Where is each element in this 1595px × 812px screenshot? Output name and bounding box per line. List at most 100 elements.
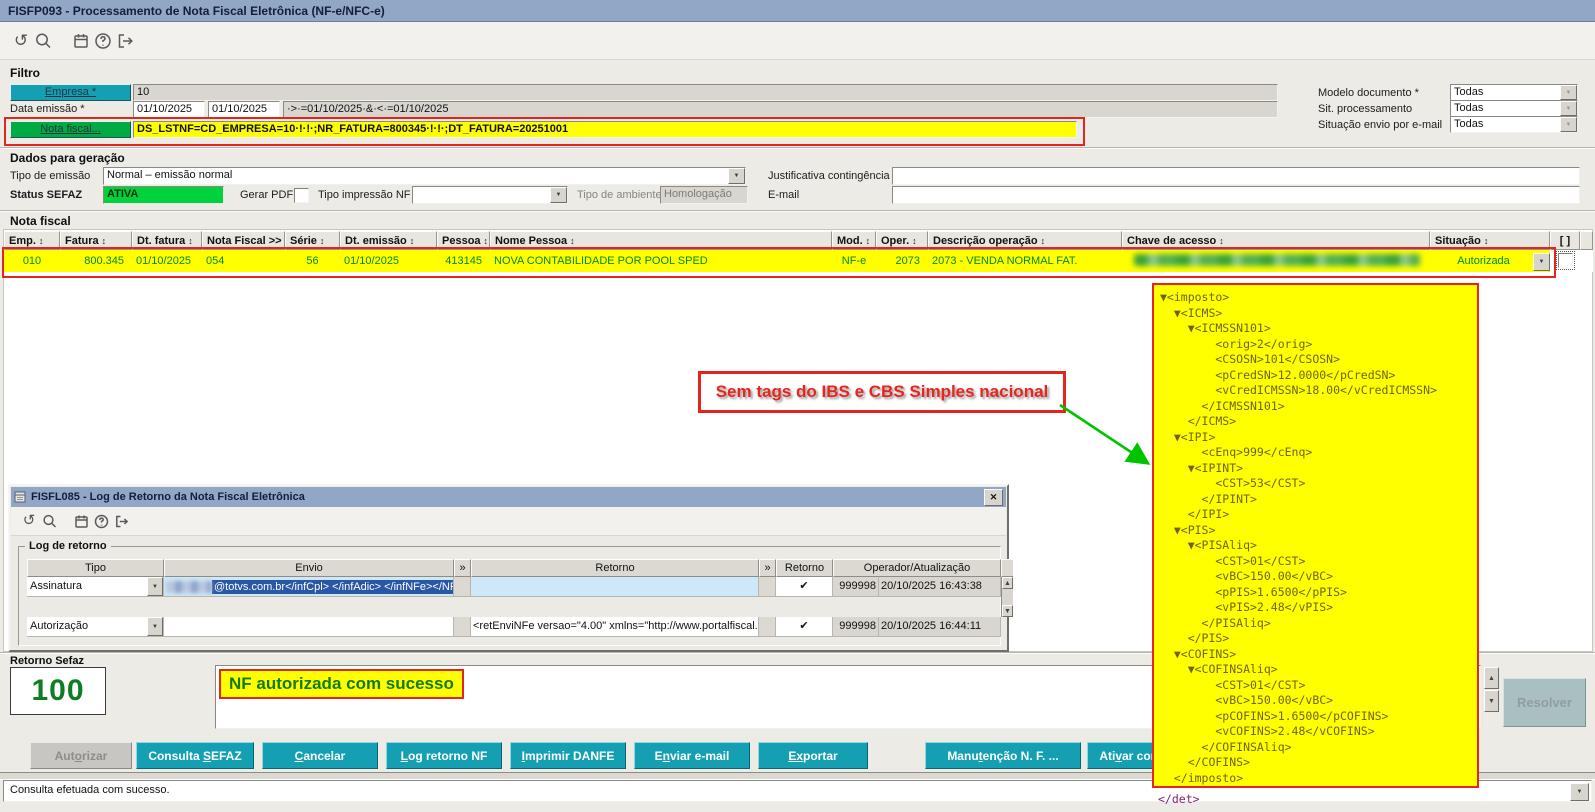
col-header-descricao[interactable]: Descrição operação: [928, 231, 1122, 250]
nota-fiscal-zoom-button[interactable]: Nota fiscal...: [10, 121, 131, 138]
chevron-down-icon[interactable]: ▼: [1560, 101, 1577, 116]
empresa-value-field[interactable]: 10: [133, 84, 1278, 101]
date-from-input[interactable]: 01/10/2025: [133, 101, 205, 118]
tipo-emissao-select[interactable]: Normal – emissão normal ▼: [103, 167, 746, 185]
col-header-dt-emissao[interactable]: Dt. emissão: [340, 231, 437, 250]
col-header-nome-pessoa[interactable]: Nome Pessoa: [490, 231, 832, 250]
log-col-expand-retorno[interactable]: »: [759, 559, 776, 577]
log-row1-expand-retorno[interactable]: [759, 577, 776, 597]
col-header-fatura[interactable]: Fatura: [60, 231, 132, 250]
sefaz-code-box: 100: [10, 667, 106, 715]
log-row2-expand-envio[interactable]: [454, 617, 471, 637]
chevron-down-icon[interactable]: ▼: [1560, 85, 1577, 100]
col-header-chave[interactable]: Chave de acesso: [1122, 231, 1430, 250]
log-col-retorno-flag[interactable]: Retorno: [776, 559, 833, 577]
empresa-zoom-button[interactable]: Empresa *: [10, 84, 131, 101]
calendar-icon[interactable]: [70, 30, 92, 52]
email-label: E-mail: [768, 189, 800, 201]
xml-trailing-tag: </det>: [1158, 792, 1200, 806]
undo-icon[interactable]: ↺: [19, 511, 39, 531]
log-col-filler: [1001, 559, 1013, 577]
log-row1-expand-envio[interactable]: [454, 577, 471, 597]
col-header-pessoa[interactable]: Pessoa: [437, 231, 490, 250]
dialog-titlebar[interactable]: FISFL085 - Log de Retorno da Nota Fiscal…: [11, 487, 1006, 507]
retorno-section-label: Retorno Sefaz: [10, 655, 84, 667]
col-header-dt-fatura[interactable]: Dt. fatura: [132, 231, 202, 250]
log-row2-tipo[interactable]: Autorização ▼: [27, 617, 164, 637]
log-retorno-nf-button[interactable]: Log retorno NF: [386, 742, 502, 769]
log-row1-retorno-check[interactable]: ✔: [776, 577, 833, 597]
modelo-documento-select[interactable]: Todas ▼: [1450, 84, 1578, 101]
row-checkbox[interactable]: [1555, 251, 1575, 270]
chevron-down-icon[interactable]: ▼: [1533, 253, 1550, 271]
log-scrollbar[interactable]: ▲ ▼: [1001, 577, 1013, 617]
sefaz-code: 100: [31, 674, 85, 707]
exportar-button[interactable]: Exportar: [758, 742, 868, 769]
cell-serie: 56: [306, 255, 319, 267]
chevron-down-icon[interactable]: ▼: [550, 187, 567, 203]
justificativa-input[interactable]: [892, 167, 1580, 185]
imprimir-danfe-button[interactable]: Imprimir DANFE: [510, 742, 626, 769]
sit-processamento-value: Todas: [1454, 102, 1484, 114]
col-header-select[interactable]: [ ]: [1550, 231, 1580, 250]
log-row2-retorno-check[interactable]: ✔: [776, 617, 833, 637]
status-sefaz-label: Status SEFAZ: [10, 189, 83, 201]
help-icon[interactable]: [91, 511, 111, 531]
date-to-input[interactable]: 01/10/2025: [208, 101, 280, 118]
autorizar-button[interactable]: Autorizar: [30, 742, 132, 769]
gerar-pdf-label: Gerar PDF: [240, 189, 294, 201]
search-icon[interactable]: [39, 511, 59, 531]
log-row1-envio[interactable]: @totvs.com.br</infCpl> </infAdic> </infN…: [164, 577, 454, 597]
email-input[interactable]: [892, 186, 1580, 204]
col-header-situacao[interactable]: Situação: [1430, 231, 1550, 250]
log-col-expand-envio[interactable]: »: [454, 559, 471, 577]
consulta-sefaz-button[interactable]: Consulta SEFAZ: [136, 742, 254, 769]
log-row1-retorno[interactable]: [471, 577, 759, 597]
scroll-up-icon[interactable]: ▲: [1484, 667, 1499, 689]
log-row2-retorno[interactable]: <retEnviNFe versao="4.00" xmlns="http://…: [471, 617, 759, 637]
col-header-serie[interactable]: Série: [285, 231, 340, 250]
log-col-retorno[interactable]: Retorno: [471, 559, 759, 577]
search-icon[interactable]: [32, 30, 54, 52]
scroll-down-icon[interactable]: ▼: [1484, 690, 1499, 712]
log-row1-atualizacao: 20/10/2025 16:43:38: [879, 577, 1001, 597]
cell-fatura: 800.345: [84, 255, 124, 267]
chevron-down-icon[interactable]: ▼: [1560, 117, 1577, 132]
tipo-impressao-select[interactable]: ▼: [412, 186, 568, 204]
form-icon: [14, 491, 26, 503]
log-row2-envio[interactable]: [164, 617, 454, 637]
sit-processamento-select[interactable]: Todas ▼: [1450, 100, 1578, 117]
log-row2-expand-retorno[interactable]: [759, 617, 776, 637]
col-header-oper[interactable]: Oper.: [876, 231, 928, 250]
exit-icon[interactable]: [114, 30, 136, 52]
calendar-icon[interactable]: [71, 511, 91, 531]
chevron-down-icon[interactable]: ▼: [1570, 783, 1589, 801]
chevron-down-icon[interactable]: ▼: [147, 577, 163, 596]
help-icon[interactable]: [92, 30, 114, 52]
scroll-up-icon[interactable]: ▲: [1002, 577, 1013, 589]
close-icon[interactable]: ✕: [984, 488, 1003, 506]
log-col-operador[interactable]: Operador/Atualização: [833, 559, 1001, 577]
enviar-email-button[interactable]: Enviar e-mail: [634, 742, 750, 769]
table-row[interactable]: 010 800.345 01/10/2025 054 56 01/10/2025…: [4, 250, 1593, 272]
resolver-button[interactable]: Resolver: [1503, 678, 1586, 727]
col-header-nota-fiscal[interactable]: Nota Fiscal >>: [202, 231, 285, 250]
log-row1-tipo[interactable]: Assinatura ▼: [27, 577, 164, 597]
scroll-down-icon[interactable]: ▼: [1002, 605, 1013, 617]
situacao-envio-select[interactable]: Todas ▼: [1450, 116, 1578, 133]
gerar-pdf-checkbox[interactable]: [294, 188, 309, 203]
log-row2-atualizacao: 20/10/2025 16:44:11: [879, 617, 1001, 637]
cancelar-button[interactable]: Cancelar: [262, 742, 378, 769]
col-header-mod[interactable]: Mod.: [832, 231, 876, 250]
log-col-envio[interactable]: Envio: [164, 559, 454, 577]
manutencao-nf-button[interactable]: Manutenção N. F. ...: [925, 742, 1081, 769]
log-col-tipo[interactable]: Tipo: [27, 559, 164, 577]
chevron-down-icon[interactable]: ▼: [147, 617, 163, 636]
col-header-emp[interactable]: Emp.: [4, 231, 60, 250]
dialog-title: FISFL085 - Log de Retorno da Nota Fiscal…: [31, 491, 305, 503]
nota-fiscal-value-field[interactable]: DS_LSTNF=CD_EMPRESA=10·!·!·;NR_FATURA=80…: [133, 121, 1077, 138]
undo-icon[interactable]: ↺: [10, 30, 32, 52]
cell-situacao: Autorizada ▼: [1430, 250, 1550, 272]
chevron-down-icon[interactable]: ▼: [728, 168, 745, 184]
exit-icon[interactable]: [111, 511, 131, 531]
